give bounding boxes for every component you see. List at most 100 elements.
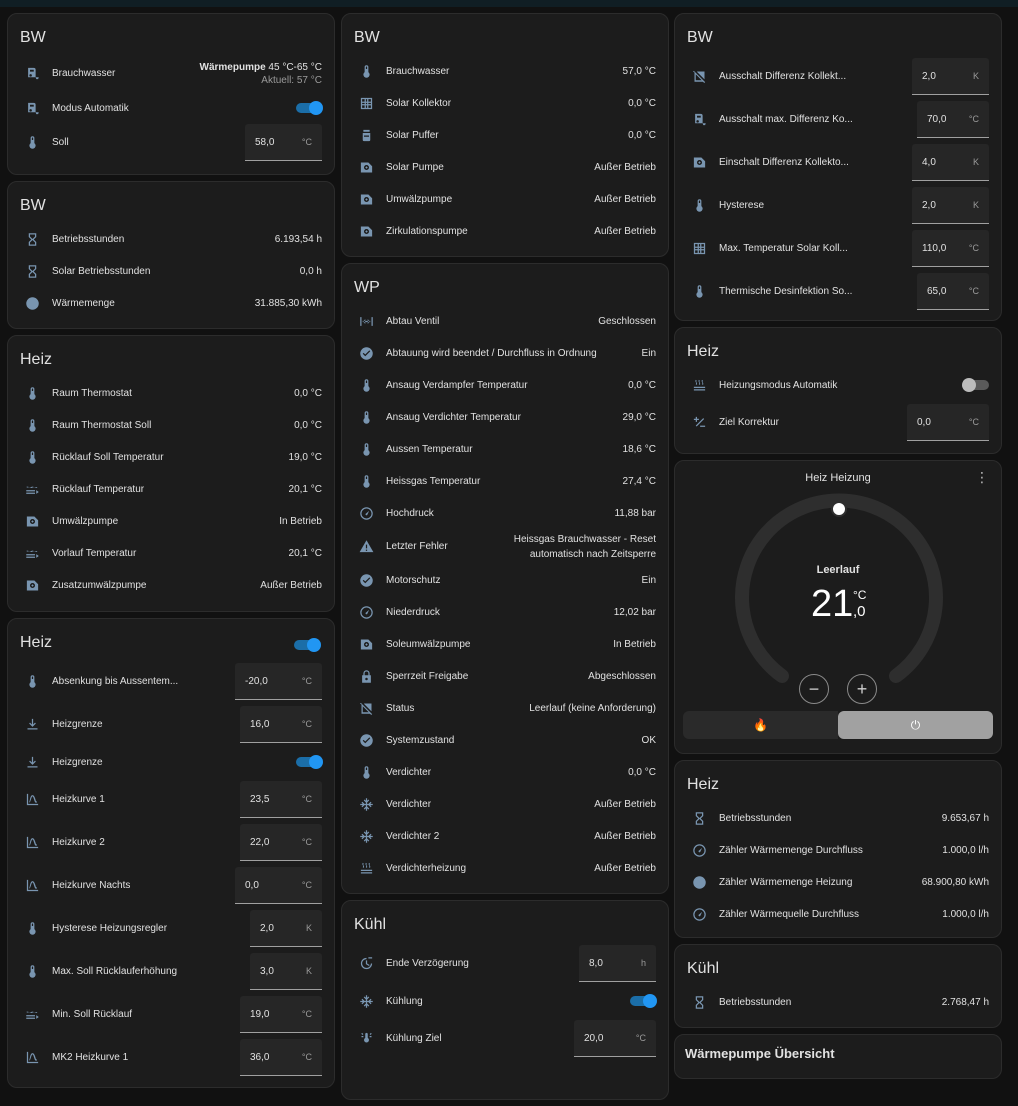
row-waermemenge[interactable]: Wärmemenge 31.885,30 kWh <box>8 287 334 319</box>
row-ansaug-verdampfer[interactable]: Ansaug Verdampfer Temperatur 0,0 °C <box>342 369 668 401</box>
row-betriebsstunden[interactable]: Betriebsstunden 6.193,54 h <box>8 223 334 255</box>
row-value: 19,0 °C <box>288 451 322 463</box>
mode-heat-button[interactable]: 🔥 <box>683 711 838 739</box>
row-zaehler-durchfluss[interactable]: Zähler Wärmemenge Durchfluss 1.000,0 l/h <box>675 834 1001 866</box>
row-soleumwaelzpumpe[interactable]: Soleumwälzpumpe In Betrieb <box>342 628 668 660</box>
row-hysterese: Hysterese 2,0 K <box>675 184 1001 227</box>
row-verdichter[interactable]: Verdichter Außer Betrieb <box>342 788 668 820</box>
water-boiler-icon <box>691 112 707 128</box>
row-label: Ziel Korrektur <box>719 417 780 428</box>
mode-off-button[interactable]: ⏻ <box>838 711 993 739</box>
row-solar-betriebsstunden[interactable]: Solar Betriebsstunden 0,0 h <box>8 255 334 287</box>
row-hochdruck[interactable]: Hochdruck 11,88 bar <box>342 497 668 529</box>
card-wp: WP Abtau Ventil Geschlossen Abtauung wir… <box>341 263 669 894</box>
card-kuehl-settings: Kühl Ende Verzögerung 8,0 h Kühlung Kühl… <box>341 900 669 1100</box>
row-modus-automatik: Modus Automatik <box>8 92 334 124</box>
row-value: 0,0 °C <box>628 97 656 109</box>
row-solar-pumpe[interactable]: Solar Pumpe Außer Betrieb <box>342 151 668 183</box>
row-ausschalt-differenz: Ausschalt Differenz Kollekt... 2,0 K <box>675 55 1001 98</box>
input-value: 65,0 <box>927 285 947 297</box>
row-zaehler-waermequelle[interactable]: Zähler Wärmequelle Durchfluss 1.000,0 l/… <box>675 898 1001 930</box>
absenkung-input[interactable]: -20,0 °C <box>235 663 322 700</box>
row-verdichter-2[interactable]: Verdichter 2 Außer Betrieb <box>342 820 668 852</box>
thermometer-icon <box>24 674 40 690</box>
heizgrenze-input[interactable]: 16,0 °C <box>240 706 322 743</box>
decrease-button[interactable]: − <box>799 674 829 704</box>
kuehlung-ziel-input[interactable]: 20,0 °C <box>574 1020 656 1057</box>
row-label: Motorschutz <box>386 574 441 586</box>
max-soll-input[interactable]: 3,0 K <box>250 953 322 990</box>
hysterese-input[interactable]: 2,0 K <box>912 187 989 224</box>
einschalt-differenz-input[interactable]: 4,0 K <box>912 144 989 181</box>
row-verdichter-temp[interactable]: Verdichter 0,0 °C <box>342 756 668 788</box>
row-status[interactable]: Status Leerlauf (keine Anforderung) <box>342 692 668 724</box>
row-abtauung[interactable]: Abtauung wird beendet / Durchfluss in Or… <box>342 337 668 369</box>
thermometer-icon <box>24 385 40 401</box>
row-sperrzeit[interactable]: Sperrzeit Freigabe Abgeschlossen <box>342 660 668 692</box>
row-ziel-korrektur: Ziel Korrektur 0,0 °C <box>675 401 1001 444</box>
heizkurve-1-input[interactable]: 23,5 °C <box>240 781 322 818</box>
row-label: Solar Kollektor <box>386 97 452 109</box>
row-motorschutz[interactable]: Motorschutz Ein <box>342 564 668 596</box>
row-value: 0,0 h <box>299 265 322 277</box>
mk2-heizkurve-input[interactable]: 36,0 °C <box>240 1039 322 1076</box>
thermische-desinfektion-input[interactable]: 65,0 °C <box>917 273 989 310</box>
row-label: Verdichter <box>386 766 432 778</box>
row-systemzustand[interactable]: Systemzustand OK <box>342 724 668 756</box>
modus-automatik-toggle[interactable] <box>296 101 323 115</box>
row-einschalt-differenz: Einschalt Differenz Kollekto... 4,0 K <box>675 141 1001 184</box>
input-value: 0,0 <box>245 879 259 891</box>
input-unit: K <box>972 71 979 81</box>
max-temperatur-solar-input[interactable]: 110,0 °C <box>912 230 989 267</box>
row-vorlauf-temperatur[interactable]: Vorlauf Temperatur 20,1 °C <box>8 537 334 569</box>
increase-button[interactable]: + <box>847 674 877 704</box>
ziel-korrektur-input[interactable]: 0,0 °C <box>907 404 989 441</box>
heizkurve-nachts-input[interactable]: 0,0 °C <box>235 867 322 904</box>
row-betriebsstunden[interactable]: Betriebsstunden 9.653,67 h <box>675 802 1001 834</box>
soll-input[interactable]: 58,0 °C <box>245 124 322 161</box>
row-zaehler-heizung[interactable]: Zähler Wärmemenge Heizung 68.900,80 kWh <box>675 866 1001 898</box>
row-value: 12,02 bar <box>613 606 656 618</box>
input-value: 16,0 <box>250 718 270 730</box>
heizkurve-2-input[interactable]: 22,0 °C <box>240 824 322 861</box>
row-verdichterheizung[interactable]: Verdichterheizung Außer Betrieb <box>342 852 668 884</box>
row-zusatzumwaelzpumpe[interactable]: Zusatzumwälzpumpe Außer Betrieb <box>8 569 334 601</box>
row-umwaelzpumpe[interactable]: Umwälzpumpe In Betrieb <box>8 505 334 537</box>
row-niederdruck[interactable]: Niederdruck 12,02 bar <box>342 596 668 628</box>
thermometer-icon <box>358 377 374 393</box>
row-raum-thermostat-soll[interactable]: Raum Thermostat Soll 0,0 °C <box>8 409 334 441</box>
row-label: Absenkung bis Aussentem... <box>52 676 179 687</box>
row-letzter-fehler[interactable]: Letzter Fehler Heissgas Brauchwasser - R… <box>342 529 668 564</box>
row-min-soll: Min. Soll Rücklauf 19,0 °C <box>8 993 334 1036</box>
heiz-master-toggle[interactable] <box>294 638 321 652</box>
ende-verzoegerung-input[interactable]: 8,0 h <box>579 945 656 982</box>
row-label: Heizkurve 2 <box>52 837 105 848</box>
input-unit: K <box>305 923 312 933</box>
kuehlung-toggle[interactable] <box>630 994 657 1008</box>
heizgrenze-toggle[interactable] <box>296 755 323 769</box>
row-betriebsstunden[interactable]: Betriebsstunden 2.768,47 h <box>675 986 1001 1018</box>
row-umwaelzpumpe[interactable]: Umwälzpumpe Außer Betrieb <box>342 183 668 215</box>
ausschalt-differenz-input[interactable]: 2,0 K <box>912 58 989 95</box>
row-ansaug-verdichter[interactable]: Ansaug Verdichter Temperatur 29,0 °C <box>342 401 668 433</box>
card-waermepumpe-uebersicht: Wärmepumpe Übersicht <box>674 1034 1002 1079</box>
row-brauchwasser[interactable]: Brauchwasser Wärmepumpe 45 °C-65 °C Aktu… <box>8 55 334 92</box>
row-solar-kollektor[interactable]: Solar Kollektor 0,0 °C <box>342 87 668 119</box>
row-zirkulationspumpe[interactable]: Zirkulationspumpe Außer Betrieb <box>342 215 668 247</box>
heizungsmodus-toggle[interactable] <box>962 378 989 392</box>
row-raum-thermostat[interactable]: Raum Thermostat 0,0 °C <box>8 377 334 409</box>
row-ruecklauf-soll[interactable]: Rücklauf Soll Temperatur 19,0 °C <box>8 441 334 473</box>
hysterese-input[interactable]: 2,0 K <box>250 910 322 947</box>
min-soll-input[interactable]: 19,0 °C <box>240 996 322 1033</box>
pump-icon <box>24 513 40 529</box>
row-abtau-ventil[interactable]: Abtau Ventil Geschlossen <box>342 305 668 337</box>
row-solar-puffer[interactable]: Solar Puffer 0,0 °C <box>342 119 668 151</box>
ausschalt-max-differenz-input[interactable]: 70,0 °C <box>917 101 989 138</box>
row-heissgas-temperatur[interactable]: Heissgas Temperatur 27,4 °C <box>342 465 668 497</box>
row-aussen-temperatur[interactable]: Aussen Temperatur 18,6 °C <box>342 433 668 465</box>
card-heiz-status: Heiz Raum Thermostat 0,0 °C Raum Thermos… <box>7 335 335 612</box>
plus-minus-icon <box>691 415 707 431</box>
row-brauchwasser[interactable]: Brauchwasser 57,0 °C <box>342 55 668 87</box>
row-ruecklauf-temperatur[interactable]: Rücklauf Temperatur 20,1 °C <box>8 473 334 505</box>
thermometer-icon <box>691 284 707 300</box>
